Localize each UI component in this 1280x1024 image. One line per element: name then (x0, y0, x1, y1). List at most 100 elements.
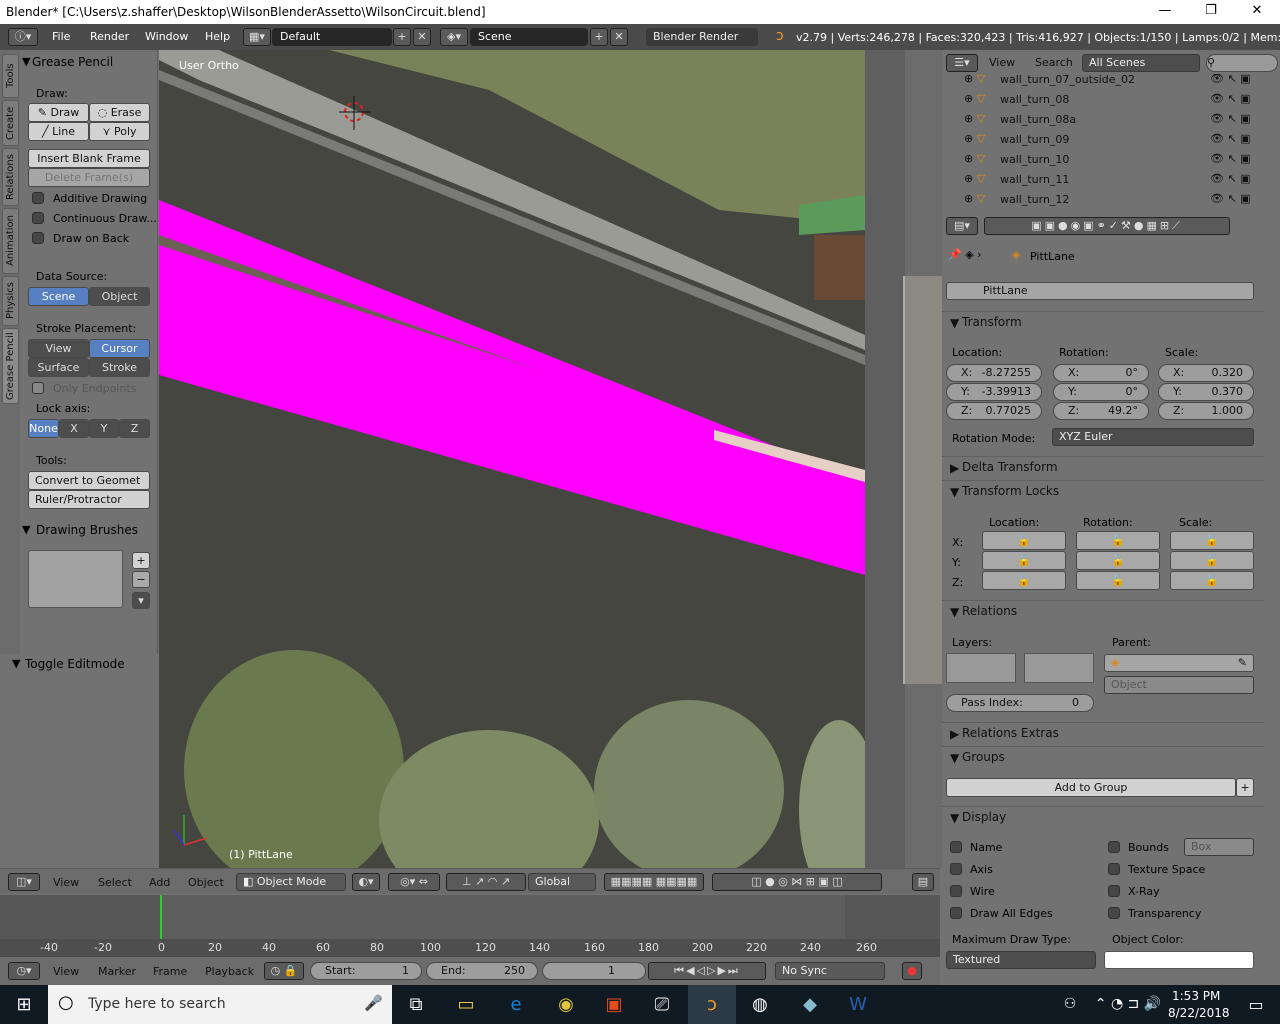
add-scene-icon[interactable]: + (590, 28, 608, 46)
pin-icon[interactable]: 📌 ◈ › (948, 248, 982, 261)
object-name-input[interactable]: PittLane (946, 282, 1254, 300)
timeline-playback-menu[interactable]: Playback (205, 965, 254, 978)
location-x-field[interactable]: X: -8.27255 (946, 364, 1042, 382)
outliner-filter-select[interactable]: All Scenes (1082, 54, 1200, 72)
scale-z-field[interactable]: Z: 1.000 (1158, 402, 1254, 420)
viewport-view-menu[interactable]: View (53, 876, 79, 889)
menu-render[interactable]: Render (90, 30, 129, 43)
notifications-icon[interactable]: ▭ (1232, 985, 1280, 1024)
lock-rot-y-icon[interactable]: 🔓 (1076, 551, 1160, 570)
viewport-select-menu[interactable]: Select (98, 876, 132, 889)
timeline-frame-menu[interactable]: Frame (153, 965, 187, 978)
collapse-arrow-icon[interactable]: ▼ (22, 55, 30, 68)
visibility-eye-icon[interactable]: 👁 ↖ ▣ (1210, 132, 1251, 145)
texture-space-checkbox[interactable] (1108, 863, 1120, 875)
menu-help[interactable]: Help (205, 30, 230, 43)
menu-file[interactable]: File (52, 30, 70, 43)
placement-view-button[interactable]: View (28, 339, 89, 358)
rotation-z-field[interactable]: Z: 49.2° (1053, 402, 1149, 420)
object-color-swatch[interactable] (1104, 951, 1254, 969)
layout-field[interactable]: Default (272, 28, 392, 46)
list-item[interactable]: ⊕ ▽ wall_turn_12 👁 ↖ ▣ (942, 190, 1264, 210)
scale-y-field[interactable]: Y: 0.370 (1158, 383, 1254, 401)
end-frame-field[interactable]: End: 250 (426, 962, 538, 980)
add-group-icon[interactable]: + (1236, 778, 1254, 797)
tab-animation[interactable]: Animation (2, 208, 19, 274)
tray-icons[interactable]: ⌃ ◔ ⊐ 🔊 (1080, 985, 1176, 1024)
properties-editor-icon[interactable]: ▤ (912, 873, 934, 891)
layers-grid-b[interactable] (1024, 653, 1094, 683)
shading-icon[interactable]: ◐▾ (352, 873, 380, 891)
additive-checkbox[interactable] (32, 192, 44, 204)
scene-icon[interactable]: ◈▾ (440, 28, 468, 46)
viewport-add-menu[interactable]: Add (149, 876, 170, 889)
lock-z-button[interactable]: Z (119, 419, 150, 438)
list-item[interactable]: ⊕ ▽ wall_turn_08a 👁 ↖ ▣ (942, 110, 1264, 130)
snap-render-icons[interactable]: ◫ ● ◎ ⋈ ⊞ ▣ ◫ (712, 873, 882, 891)
xray-checkbox[interactable] (1108, 885, 1120, 897)
operator-collapse-icon[interactable]: ▼ (12, 657, 20, 670)
wire-checkbox[interactable] (950, 885, 962, 897)
preview-range-icon[interactable]: ◷ 🔒 (264, 962, 304, 980)
bounds-type-select[interactable]: Box (1184, 838, 1254, 856)
tab-physics[interactable]: Physics (2, 276, 19, 326)
sync-select[interactable]: No Sync (775, 962, 885, 980)
parent-type-select[interactable]: Object (1104, 676, 1254, 694)
outliner-search-menu[interactable]: Search (1035, 56, 1073, 69)
remove-layout-icon[interactable]: ✕ (413, 28, 431, 46)
taskbar-search[interactable]: ○ Type here to search 🎤 (48, 985, 392, 1024)
add-layout-icon[interactable]: + (393, 28, 411, 46)
drawing-brushes-title[interactable]: Drawing Brushes (36, 523, 138, 537)
render-engine-select[interactable]: Blender Render (646, 28, 758, 46)
rotation-y-field[interactable]: Y: 0° (1053, 383, 1149, 401)
tab-create[interactable]: Create (2, 100, 19, 146)
minimize-button[interactable]: — (1142, 0, 1188, 24)
maximize-button[interactable]: ❐ (1188, 0, 1234, 24)
editor-type-icon[interactable]: ◫▾ (8, 873, 40, 891)
viewport-object-menu[interactable]: Object (188, 876, 224, 889)
outliner-view-menu[interactable]: View (989, 56, 1015, 69)
visibility-eye-icon[interactable]: 👁 ↖ ▣ (1210, 152, 1251, 165)
lock-loc-z-icon[interactable]: 🔓 (982, 571, 1066, 590)
visibility-eye-icon[interactable]: 👁 ↖ ▣ (1210, 74, 1251, 85)
timeline[interactable]: -40 -20 0 20 40 60 80 100 120 140 160 18… (0, 895, 940, 957)
paint3d-icon[interactable]: ◆ (786, 985, 834, 1024)
lock-none-button[interactable]: None (28, 419, 59, 438)
brushes-list[interactable] (28, 550, 123, 608)
line-button[interactable]: ╱ Line (28, 122, 89, 141)
only-endpoints-checkbox[interactable] (32, 382, 44, 394)
panel-title[interactable]: Grease Pencil (32, 55, 113, 69)
mode-select[interactable]: ◧ Object Mode (236, 873, 346, 891)
lock-y-button[interactable]: Y (89, 419, 119, 438)
delta-transform-header[interactable]: ▶ Delta Transform (942, 456, 1264, 478)
location-y-field[interactable]: Y: -3.39913 (946, 383, 1042, 401)
current-frame-field[interactable]: 1 (542, 962, 646, 980)
clock-time[interactable]: 1:53 PM (1172, 989, 1220, 1003)
visibility-eye-icon[interactable]: 👁 ↖ ▣ (1210, 112, 1251, 125)
lock-loc-x-icon[interactable]: 🔓 (982, 531, 1066, 550)
transform-panel-header[interactable]: ▼ Transform (942, 311, 1264, 333)
delete-frames-button[interactable]: Delete Frame(s) (28, 168, 150, 187)
erase-button[interactable]: ◌ Erase (89, 103, 150, 122)
lock-loc-y-icon[interactable]: 🔓 (982, 551, 1066, 570)
office-icon[interactable]: ▣ (590, 985, 638, 1024)
manipulator-icons[interactable]: ⊥ ↗ ◠ ↗ (446, 873, 526, 891)
windows-start-icon[interactable]: ⊞ (0, 985, 48, 1024)
timeline-view-menu[interactable]: View (53, 965, 79, 978)
list-item[interactable]: ⊕ ▽ wall_turn_09 👁 ↖ ▣ (942, 130, 1264, 150)
axis-checkbox[interactable] (950, 863, 962, 875)
draw-button[interactable]: ✎ Draw (28, 103, 89, 122)
on-back-checkbox[interactable] (32, 232, 44, 244)
scale-x-field[interactable]: X: 0.320 (1158, 364, 1254, 382)
parent-field[interactable]: ◈ ✎ (1104, 654, 1254, 672)
list-item[interactable]: ⊕ ▽ wall_turn_10 👁 ↖ ▣ (942, 150, 1264, 170)
transform-locks-header[interactable]: ▼ Transform Locks (942, 480, 1264, 502)
layer-buttons[interactable]: ▦▦▦▦ ▦▦▦▦ (604, 873, 704, 891)
playhead[interactable] (160, 895, 162, 943)
relations-extras-header[interactable]: ▶ Relations Extras (942, 722, 1264, 744)
lock-scale-x-icon[interactable]: 🔓 (1170, 531, 1254, 550)
visibility-eye-icon[interactable]: 👁 ↖ ▣ (1210, 172, 1251, 185)
source-object-button[interactable]: Object (89, 287, 150, 306)
word-icon[interactable]: W (834, 985, 882, 1024)
3d-viewport[interactable]: User Ortho (1) PittLane (159, 50, 865, 868)
